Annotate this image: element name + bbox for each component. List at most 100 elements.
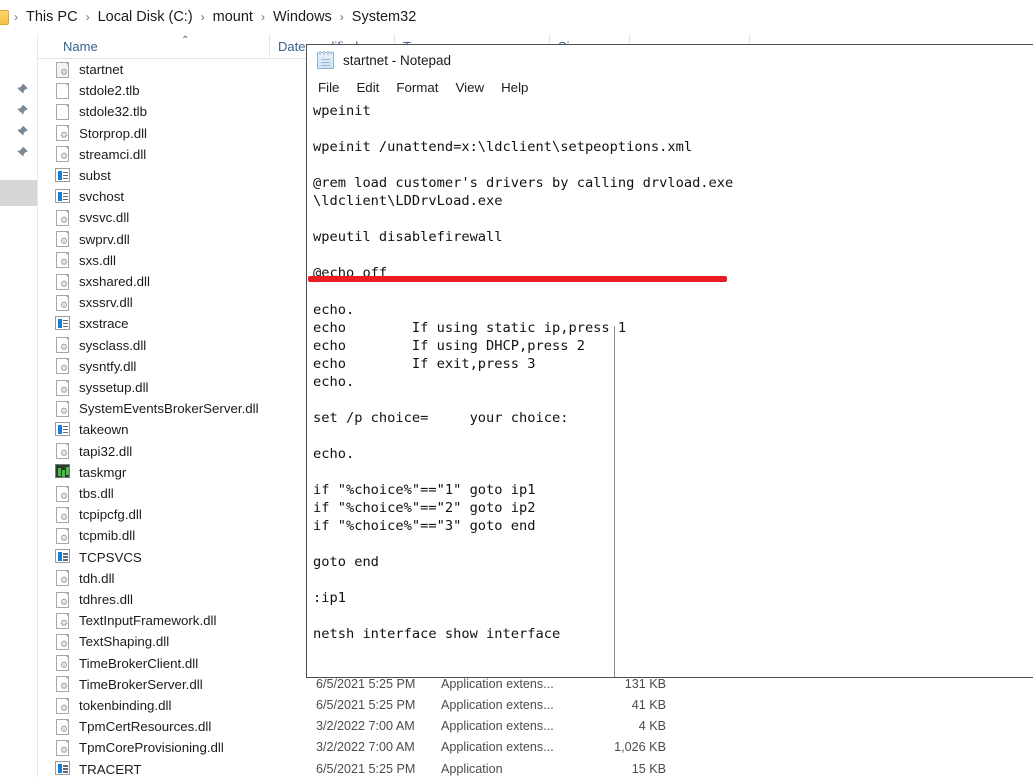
file-name: stdole32.tlb <box>79 104 147 119</box>
file-name: TimeBrokerClient.dll <box>79 656 198 671</box>
dll-icon: ⚙ <box>55 719 71 735</box>
pin-icon[interactable] <box>16 83 29 96</box>
dll-icon: ⚙ <box>55 507 71 523</box>
dll-icon: ⚙ <box>55 380 71 396</box>
pin-icon[interactable] <box>16 104 29 117</box>
file-name: stdole2.tlb <box>79 83 140 98</box>
dll-icon: ⚙ <box>55 655 71 671</box>
red-underline-annotation <box>308 276 727 282</box>
application-icon <box>55 422 71 438</box>
file-name: sysclass.dll <box>79 338 146 353</box>
file-type: Application extens... <box>441 698 554 712</box>
dll-icon: ⚙ <box>55 231 71 247</box>
file-name: tcpmib.dll <box>79 528 135 543</box>
folder-icon <box>0 10 9 25</box>
dll-icon: ⚙ <box>55 274 71 290</box>
file-name: TextShaping.dll <box>79 634 169 649</box>
breadcrumb-item-mount[interactable]: mount <box>210 7 256 27</box>
file-row[interactable]: TRACERT <box>38 759 1033 777</box>
file-date: 6/5/2021 5:25 PM <box>316 677 415 691</box>
pin-icon[interactable] <box>16 146 29 159</box>
menu-view[interactable]: View <box>455 78 493 97</box>
file-name: tdhres.dll <box>79 592 133 607</box>
file-name: subst <box>79 168 111 183</box>
breadcrumb-item-windows[interactable]: Windows <box>270 7 335 27</box>
application-icon <box>55 761 71 777</box>
navigation-pane-rail <box>0 34 38 777</box>
notepad-titlebar[interactable]: startnet - Notepad <box>307 45 1033 75</box>
file-date: 3/2/2022 7:00 AM <box>316 740 415 754</box>
notepad-window[interactable]: startnet - Notepad File Edit Format View… <box>306 44 1033 678</box>
file-size: 1,026 KB <box>598 740 666 754</box>
taskmanager-icon <box>55 464 71 480</box>
dll-icon: ⚙ <box>55 443 71 459</box>
menu-help[interactable]: Help <box>501 78 537 97</box>
file-name: tcpipcfg.dll <box>79 507 142 522</box>
breadcrumb[interactable]: › This PC › Local Disk (C:) › mount › Wi… <box>0 0 1033 34</box>
file-name: swprv.dll <box>79 232 130 247</box>
dll-icon: ⚙ <box>55 125 71 141</box>
dll-icon: ⚙ <box>55 592 71 608</box>
notepad-menubar[interactable]: File Edit Format View Help <box>307 75 1033 99</box>
dll-icon: ⚙ <box>55 252 71 268</box>
dll-icon: ⚙ <box>55 698 71 714</box>
sort-ascending-icon: ⌃ <box>181 36 189 46</box>
dll-icon: ⚙ <box>55 676 71 692</box>
dll-icon: ⚙ <box>55 295 71 311</box>
dll-icon: ⚙ <box>55 613 71 629</box>
text-cursor-line <box>614 326 615 678</box>
file-name: Storprop.dll <box>79 126 147 141</box>
dll-icon: ⚙ <box>55 146 71 162</box>
dll-icon: ⚙ <box>55 486 71 502</box>
file-name: tdh.dll <box>79 571 114 586</box>
file-name: tbs.dll <box>79 486 114 501</box>
column-header-name[interactable]: Name <box>55 34 270 59</box>
file-name: sxs.dll <box>79 253 116 268</box>
navigation-pane-selected-item[interactable] <box>0 180 37 206</box>
script-icon: ⚙ <box>55 62 71 78</box>
application-icon <box>55 316 71 332</box>
breadcrumb-separator: › <box>9 10 23 24</box>
file-name: sxshared.dll <box>79 274 150 289</box>
file-name: takeown <box>79 422 129 437</box>
file-type: Application <box>441 762 503 776</box>
menu-edit[interactable]: Edit <box>356 78 388 97</box>
file-date: 6/5/2021 5:25 PM <box>316 762 415 776</box>
file-date: 3/2/2022 7:00 AM <box>316 719 415 733</box>
breadcrumb-separator: › <box>196 10 210 24</box>
document-icon <box>55 104 71 120</box>
menu-file[interactable]: File <box>318 78 348 97</box>
breadcrumb-item-this-pc[interactable]: This PC <box>23 7 81 27</box>
file-name: sxssrv.dll <box>79 295 133 310</box>
file-name: SystemEventsBrokerServer.dll <box>79 401 259 416</box>
file-name: streamci.dll <box>79 147 146 162</box>
breadcrumb-item-system32[interactable]: System32 <box>349 7 419 27</box>
file-name: sxstrace <box>79 316 129 331</box>
file-size: 15 KB <box>598 762 666 776</box>
file-name: TpmCertResources.dll <box>79 719 211 734</box>
application-icon <box>55 549 71 565</box>
file-size: 131 KB <box>598 677 666 691</box>
file-name: syssetup.dll <box>79 380 148 395</box>
file-name: taskmgr <box>79 465 126 480</box>
dll-icon: ⚙ <box>55 740 71 756</box>
file-name: TimeBrokerServer.dll <box>79 677 203 692</box>
file-name: svsvc.dll <box>79 210 129 225</box>
file-name: sysntfy.dll <box>79 359 136 374</box>
breadcrumb-item-local-disk[interactable]: Local Disk (C:) <box>95 7 196 27</box>
menu-format[interactable]: Format <box>396 78 447 97</box>
file-name: TpmCoreProvisioning.dll <box>79 740 224 755</box>
notepad-title: startnet - Notepad <box>343 53 451 68</box>
file-name: svchost <box>79 189 124 204</box>
pin-icon[interactable] <box>16 125 29 138</box>
file-name: startnet <box>79 62 123 77</box>
notepad-text-editor[interactable]: wpeinit wpeinit /unattend=x:\ldclient\se… <box>308 99 1033 678</box>
file-name: TCPSVCS <box>79 550 142 565</box>
file-type: Application extens... <box>441 740 554 754</box>
file-size: 4 KB <box>598 719 666 733</box>
file-name: tokenbinding.dll <box>79 698 171 713</box>
dll-icon: ⚙ <box>55 401 71 417</box>
dll-icon: ⚙ <box>55 570 71 586</box>
document-icon <box>55 83 71 99</box>
screen-root: Name Date modified Type Size ⌃ › This PC… <box>0 0 1033 777</box>
